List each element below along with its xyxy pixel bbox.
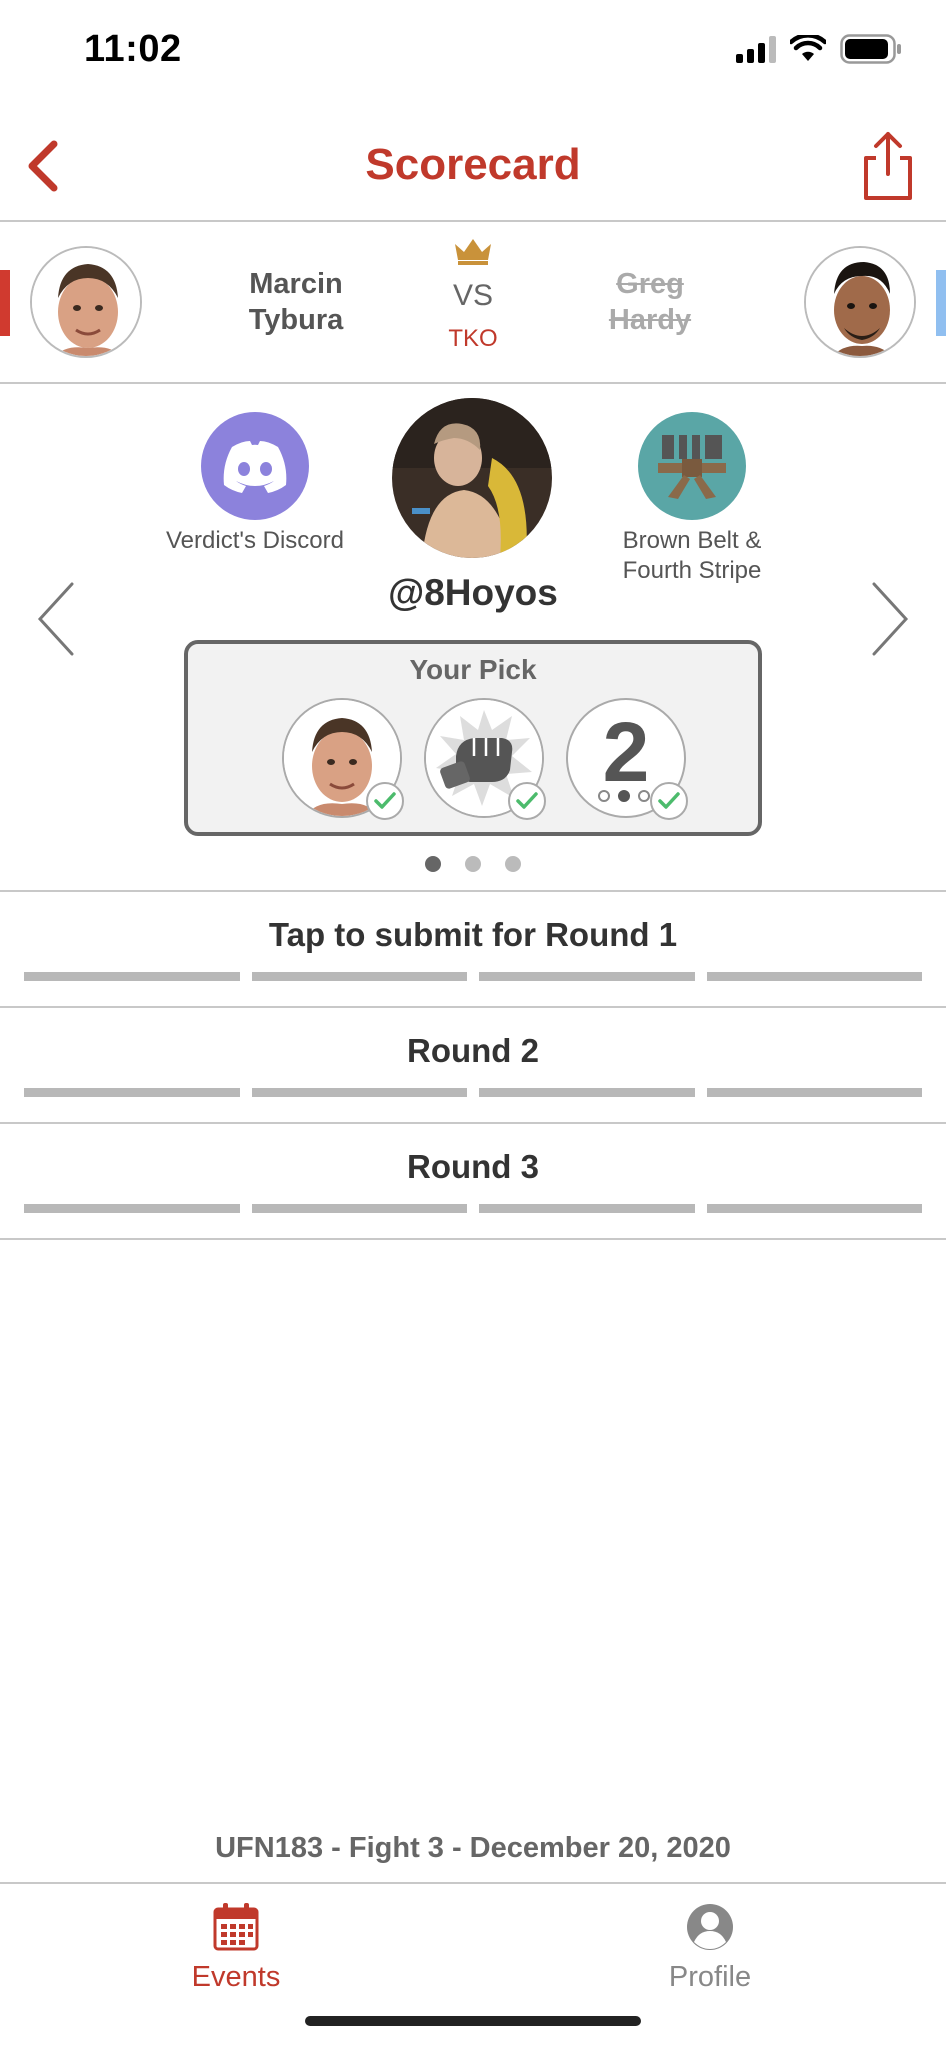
carousel-next-button[interactable] xyxy=(864,574,914,664)
discord-badge[interactable]: Verdict's Discord xyxy=(150,412,360,556)
round-indicator-dots xyxy=(598,790,650,802)
result-method: TKO xyxy=(448,325,498,352)
pick-method xyxy=(424,698,546,820)
blue-fighter-name: Greg Hardy xyxy=(565,266,735,338)
round-2-score-bars xyxy=(24,1088,922,1097)
nav-header: Scorecard xyxy=(0,110,946,222)
blue-fighter-avatar[interactable] xyxy=(804,246,916,358)
discord-badge-label: Verdict's Discord xyxy=(166,527,344,554)
share-button[interactable] xyxy=(856,130,920,202)
vs-block: VS TKO xyxy=(413,236,533,353)
status-bar: 11:02 xyxy=(0,0,946,100)
user-avatar[interactable] xyxy=(392,398,552,558)
page-dot-1[interactable] xyxy=(425,856,441,872)
check-icon xyxy=(366,782,404,820)
wifi-icon xyxy=(790,35,826,61)
fighters-row: Marcin Tybura VS TKO Greg Hardy xyxy=(0,222,946,384)
pick-round-number: 2 xyxy=(602,705,650,799)
check-icon xyxy=(650,782,688,820)
round-2-label: Round 2 xyxy=(407,1032,539,1069)
discord-icon xyxy=(201,412,309,520)
round-2-row[interactable]: Round 2 xyxy=(0,1008,946,1124)
calendar-icon xyxy=(213,1903,259,1951)
red-corner-marker xyxy=(0,270,10,336)
share-icon xyxy=(864,132,912,200)
belt-badge-label-line1: Brown Belt & xyxy=(622,527,762,554)
tab-profile-label: Profile xyxy=(668,1961,752,1993)
tab-events-label: Events xyxy=(191,1961,281,1993)
tab-events[interactable]: Events xyxy=(136,1902,336,1994)
username: @8Hoyos xyxy=(388,572,558,613)
round-3-label: Round 3 xyxy=(407,1148,539,1185)
carousel-page-dots[interactable] xyxy=(0,856,946,872)
event-info: UFN183 - Fight 3 - December 20, 2020 xyxy=(215,1832,731,1864)
round-3-score-bars xyxy=(24,1204,922,1213)
red-fighter-name: Marcin Tybura xyxy=(211,266,381,338)
cellular-signal-icon xyxy=(736,35,776,63)
status-icons xyxy=(736,34,902,64)
check-icon xyxy=(508,782,546,820)
your-pick-card[interactable]: Your Pick 2 xyxy=(184,640,762,836)
belt-icon xyxy=(638,412,746,520)
page-title: Scorecard xyxy=(365,140,581,189)
home-indicator xyxy=(305,2016,641,2026)
pick-round: 2 xyxy=(566,698,688,820)
red-fighter-avatar[interactable] xyxy=(30,246,142,358)
crown-icon xyxy=(455,239,491,265)
round-3-row[interactable]: Round 3 xyxy=(0,1124,946,1240)
round-1-row[interactable]: Tap to submit for Round 1 xyxy=(0,892,946,1008)
red-fighter-last-name: Tybura xyxy=(248,304,344,336)
page-dot-3[interactable] xyxy=(505,856,521,872)
red-fighter-first-name: Marcin xyxy=(249,268,343,300)
pick-winner xyxy=(282,698,404,820)
profile-icon xyxy=(687,1904,733,1950)
belt-badge[interactable]: Brown Belt & Fourth Stripe xyxy=(594,412,790,586)
chevron-right-icon xyxy=(872,582,909,656)
blue-fighter-first-name: Greg xyxy=(616,268,684,300)
blue-corner-marker xyxy=(936,270,946,336)
round-1-label: Tap to submit for Round 1 xyxy=(268,916,678,953)
member-profile-carousel: Verdict's Discord Brown Belt & Fourth St… xyxy=(0,384,946,892)
page-dot-2[interactable] xyxy=(465,856,481,872)
blue-fighter-last-name: Hardy xyxy=(608,304,692,336)
pick-title: Your Pick xyxy=(409,654,537,685)
status-time: 11:02 xyxy=(84,28,182,70)
vs-label: VS xyxy=(452,279,494,312)
tab-profile[interactable]: Profile xyxy=(610,1902,810,1994)
battery-icon xyxy=(840,34,901,64)
round-1-score-bars xyxy=(24,972,922,981)
